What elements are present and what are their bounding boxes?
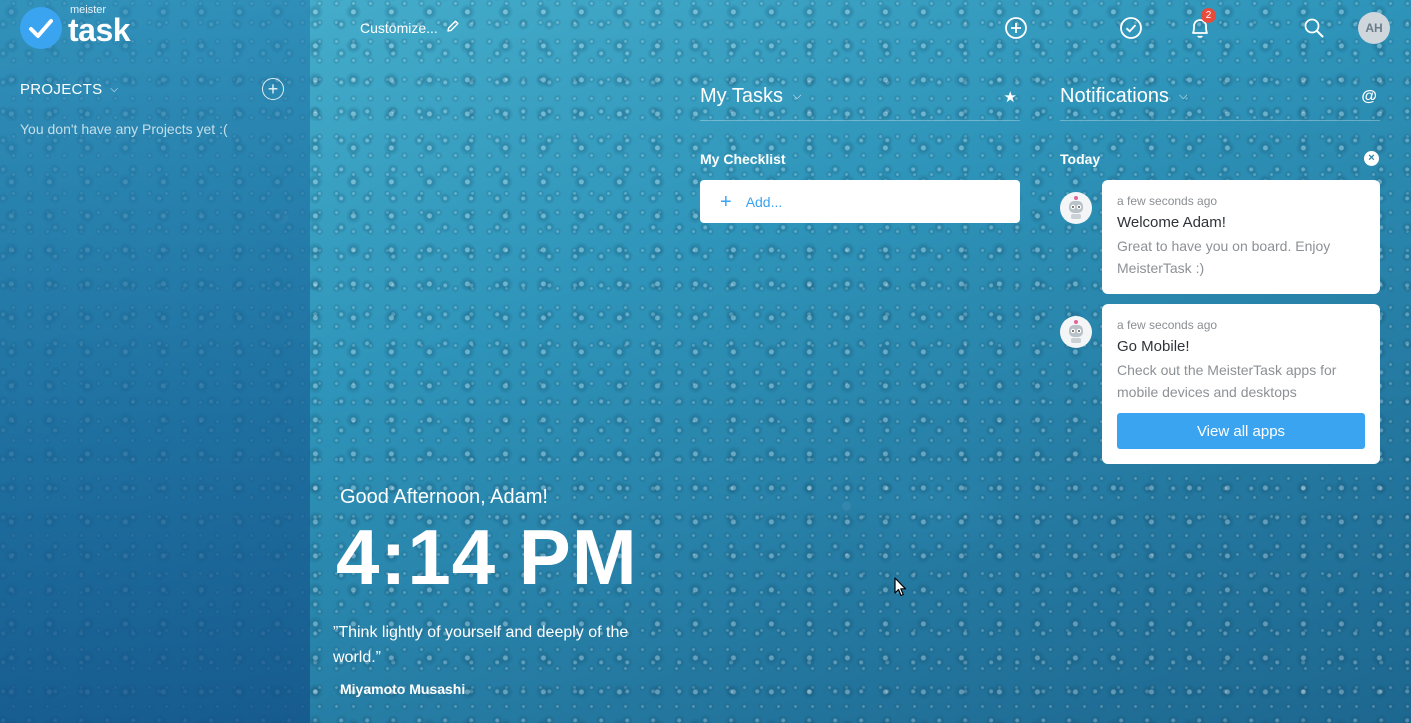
- at-mentions-icon[interactable]: @: [1361, 88, 1377, 106]
- add-project-button[interactable]: +: [262, 78, 284, 100]
- plus-icon: +: [267, 79, 279, 99]
- my-tasks-dropdown[interactable]: My Tasks ⌵: [700, 85, 801, 108]
- chevron-down-icon: ⌵: [110, 83, 119, 95]
- notification-title: Welcome Adam!: [1117, 214, 1226, 231]
- chevron-down-icon: ⌵: [792, 90, 802, 102]
- checkmark-logo-icon: [20, 7, 62, 49]
- notification-card[interactable]: a few seconds ago Go Mobile! Check out t…: [1102, 304, 1380, 464]
- notifications-button[interactable]: 2: [1186, 8, 1216, 42]
- my-checklist-label: My Checklist: [700, 151, 786, 167]
- my-tasks-header: My Tasks ⌵ ★: [700, 85, 1020, 121]
- customize-button[interactable]: Customize...: [360, 19, 460, 36]
- close-icon: ×: [1368, 152, 1375, 164]
- search-icon: [1304, 18, 1324, 38]
- add-checklist-item-input[interactable]: + Add...: [700, 180, 1020, 223]
- notification-time: a few seconds ago: [1117, 318, 1218, 332]
- chevron-down-icon: ⌵: [1178, 90, 1188, 102]
- user-avatar[interactable]: AH: [1358, 12, 1390, 44]
- pencil-icon: [446, 19, 460, 36]
- greeting-text: Good Afternoon, Adam!: [340, 486, 548, 508]
- customize-label: Customize...: [360, 19, 438, 36]
- plus-icon: +: [720, 190, 732, 213]
- search-button[interactable]: [1300, 14, 1328, 42]
- add-task-button[interactable]: [1002, 14, 1030, 42]
- robot-avatar-icon: [1060, 316, 1092, 348]
- quote-author: Miyamoto Musashi: [340, 681, 466, 697]
- my-tasks-button[interactable]: [1117, 14, 1145, 42]
- check-circle-icon: [1120, 17, 1142, 39]
- notification-title: Go Mobile!: [1117, 338, 1190, 355]
- projects-dropdown[interactable]: PROJECTS ⌵: [20, 81, 118, 98]
- app-logo[interactable]: meister task: [20, 4, 131, 50]
- projects-header: PROJECTS ⌵ +: [20, 78, 284, 100]
- clear-notifications-button[interactable]: ×: [1364, 151, 1379, 166]
- robot-avatar-icon: [1060, 192, 1092, 224]
- projects-empty-message: You don't have any Projects yet :(: [20, 121, 228, 137]
- notifications-header: Notifications ⌵ @: [1060, 85, 1380, 121]
- notification-count-badge: 2: [1201, 8, 1216, 23]
- notification-time: a few seconds ago: [1117, 194, 1218, 208]
- logo-main-text: task: [68, 12, 131, 48]
- plus-circle-icon: [1005, 17, 1027, 39]
- star-icon[interactable]: ★: [1004, 88, 1017, 106]
- my-tasks-title: My Tasks: [700, 85, 783, 107]
- view-all-apps-button[interactable]: View all apps: [1117, 413, 1365, 449]
- today-label: Today: [1060, 151, 1101, 167]
- notification-body: Check out the MeisterTask apps for mobil…: [1117, 362, 1337, 400]
- notifications-dropdown[interactable]: Notifications ⌵: [1060, 85, 1187, 108]
- mouse-cursor-icon: [894, 577, 908, 602]
- quote-text: ”Think lightly of yourself and deeply of…: [333, 624, 629, 666]
- logo-small-text: meister: [70, 4, 107, 16]
- clock-time: 4:14 PM: [336, 513, 638, 601]
- projects-label: PROJECTS: [20, 80, 103, 98]
- sidebar: meister task PROJECTS ⌵ + You don't have…: [0, 0, 310, 723]
- add-placeholder: Add...: [745, 193, 783, 210]
- notifications-title: Notifications: [1060, 85, 1169, 107]
- notification-card[interactable]: a few seconds ago Welcome Adam! Great to…: [1102, 180, 1380, 294]
- notification-body: Great to have you on board. Enjoy Meiste…: [1117, 238, 1331, 276]
